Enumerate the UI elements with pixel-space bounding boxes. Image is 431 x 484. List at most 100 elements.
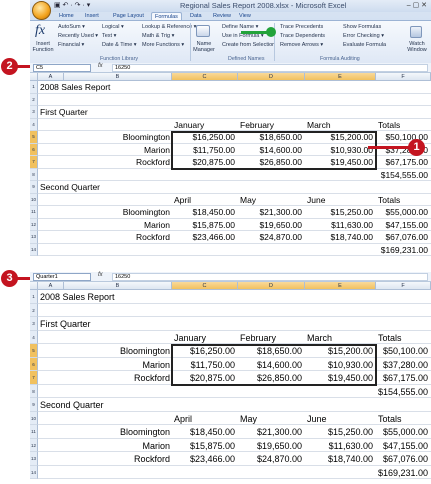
month-header: Totals [378,413,402,424]
spreadsheet-grid[interactable]: A B C D E F 1 2 3 4 5 6 7 8 9 10 11 12 13 14 2008 Sales Repo… [30,282,431,482]
column-header-e[interactable]: E [305,282,376,290]
select-all-corner[interactable] [30,282,38,290]
lookup-reference-button[interactable]: Lookup & Reference ▾ [142,24,196,30]
spreadsheet-grid[interactable]: A B C D E F 1 2 3 4 5 6 7 8 9 10 11 12 13 14 2008 Sales Repo… [30,73,431,258]
more-functions-button[interactable]: More Functions ▾ [142,42,184,48]
sales-value: $18,450.00 [189,427,235,437]
column-header-b[interactable]: B [64,73,172,81]
formula-input[interactable]: 16250 [112,273,428,281]
row-header-1[interactable]: 1 [30,290,38,304]
column-header-c[interactable]: C [172,73,238,81]
recently-used-button[interactable]: Recently Used ▾ [58,33,98,39]
row-header-2[interactable]: 2 [30,93,38,106]
tab-page-layout[interactable]: Page Layout [110,12,147,20]
tab-data[interactable]: Data [187,12,205,20]
row-header-7[interactable]: 7 [30,156,38,169]
callout-3: 3 [1,270,18,287]
evaluate-formula-button[interactable]: Evaluate Formula [343,42,386,48]
window-controls[interactable]: – ▢ ✕ [407,1,427,9]
row-header-13[interactable]: 13 [30,231,38,244]
select-all-corner[interactable] [30,73,38,81]
row-header-11[interactable]: 11 [30,206,38,219]
logical-button[interactable]: Logical ▾ [102,24,124,30]
row-header-8[interactable]: 8 [30,384,38,398]
watch-window-icon[interactable] [410,26,422,38]
date-time-button[interactable]: Date & Time ▾ [102,42,137,48]
column-header-f[interactable]: F [376,73,431,81]
sales-value: $18,450.00 [192,207,235,217]
insert-function-button[interactable]: Insert Function [32,41,54,53]
selected-range[interactable] [171,131,377,170]
name-manager-button[interactable]: Name Manager [192,41,216,53]
remove-arrows-button[interactable]: Remove Arrows ▾ [280,42,323,48]
quick-access-toolbar[interactable]: ▣ ↶ · ↷ · ▾ [54,1,90,9]
row-header-7[interactable]: 7 [30,371,38,385]
row-header-2[interactable]: 2 [30,303,38,317]
row-header-12[interactable]: 12 [30,218,38,231]
column-header-a[interactable]: A [38,282,64,290]
row-header-14[interactable]: 14 [30,243,38,256]
column-header-c[interactable]: C [172,282,238,290]
error-checking-button[interactable]: Error Checking ▾ [343,33,384,39]
row-header-12[interactable]: 12 [30,438,38,452]
name-box[interactable]: C5 [33,64,91,72]
region-name: Bloomington [119,427,170,437]
tab-insert[interactable]: Insert [82,12,102,20]
sales-value: $18,740.00 [327,454,373,464]
text-button[interactable]: Text ▾ [102,33,116,39]
name-box[interactable]: Quarter1 [33,273,91,281]
tab-review[interactable]: Review [210,12,234,20]
create-from-selection-button[interactable]: Create from Selection [222,42,275,48]
column-header-b[interactable]: B [64,282,172,290]
row-header-6[interactable]: 6 [30,357,38,371]
row-header-14[interactable]: 14 [30,465,38,479]
row-header-11[interactable]: 11 [30,425,38,439]
row-header-3[interactable]: 3 [30,317,38,331]
define-name-button[interactable]: Define Name ▾ [222,24,258,30]
row-header-10[interactable]: 10 [30,193,38,206]
row-header-4[interactable]: 4 [30,330,38,344]
row-header-1[interactable]: 1 [30,81,38,94]
math-trig-button[interactable]: Math & Trig ▾ [142,33,174,39]
show-formulas-button[interactable]: Show Formulas [343,24,381,30]
column-header-e[interactable]: E [305,73,376,81]
fx-icon[interactable]: fx [98,272,103,278]
region-name: Rockford [133,454,170,464]
section-heading: Second Quarter [40,400,104,410]
row-header-6[interactable]: 6 [30,143,38,156]
row-header-3[interactable]: 3 [30,106,38,119]
row-header-5[interactable]: 5 [30,131,38,144]
sales-value: $18,740.00 [330,232,373,242]
column-header-f[interactable]: F [376,282,431,290]
row-header-4[interactable]: 4 [30,118,38,131]
column-header-d[interactable]: D [238,73,305,81]
row-header-13[interactable]: 13 [30,452,38,466]
region-name: Rockford [133,373,170,383]
row-header-10[interactable]: 10 [30,411,38,425]
insert-function-icon[interactable]: fx [35,23,45,39]
fx-icon[interactable]: fx [98,63,103,69]
sales-value: $50,100.00 [382,346,428,356]
formula-input[interactable]: 16250 [112,64,428,72]
autosum-button[interactable]: AutoSum ▾ [58,24,85,30]
watch-window-button[interactable]: Watch Window [405,41,429,53]
selected-range[interactable] [171,344,377,386]
row-header-8[interactable]: 8 [30,168,38,181]
tab-home[interactable]: Home [56,12,77,20]
financial-button[interactable]: Financial ▾ [58,42,84,48]
grand-total: $169,231.00 [377,467,428,478]
trace-dependents-button[interactable]: Trace Dependents [280,33,325,39]
defined-names-label: Defined Names [228,56,265,62]
sales-value: $19,650.00 [259,219,302,230]
row-header-9[interactable]: 9 [30,181,38,194]
column-header-a[interactable]: A [38,73,64,81]
name-manager-icon[interactable] [196,25,210,37]
column-header-d[interactable]: D [238,282,305,290]
row-header-5[interactable]: 5 [30,344,38,358]
window-title: Regional Sales Report 2008.xlsx - Micros… [180,1,347,10]
tab-view[interactable]: View [236,12,254,20]
region-name: Bloomington [122,207,170,217]
trace-precedents-button[interactable]: Trace Precedents [280,24,323,30]
sales-value: $23,466.00 [189,454,235,464]
row-header-9[interactable]: 9 [30,398,38,412]
